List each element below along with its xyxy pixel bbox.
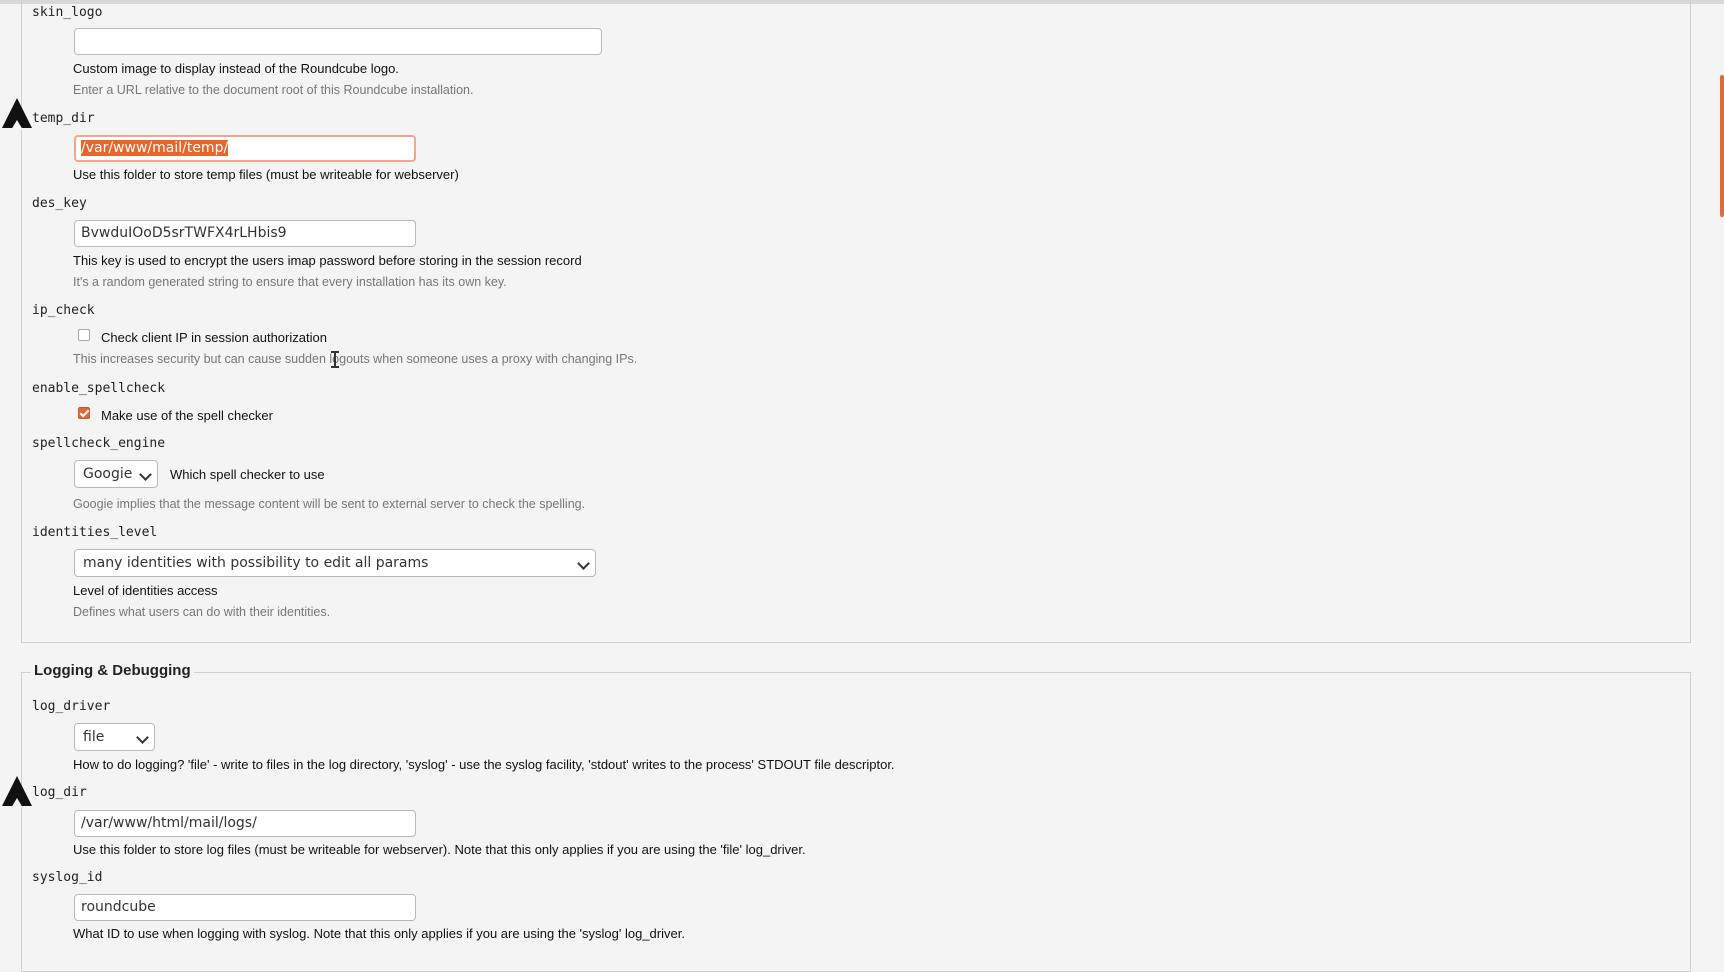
temp-dir-label: temp_dir: [32, 111, 95, 126]
skin-logo-label: skin_logo: [32, 5, 103, 20]
log-driver-description: How to do logging? 'file' - write to fil…: [73, 757, 895, 772]
log-dir-label: log_dir: [32, 785, 87, 800]
enable-spellcheck-checkbox[interactable]: [78, 407, 90, 419]
des-key-hint: It's a random generated string to ensure…: [73, 275, 507, 289]
identities-level-value: many identities with possibility to edit…: [83, 555, 429, 571]
mouse-pointer-icon: [2, 776, 32, 806]
spellcheck-engine-select[interactable]: Googie: [74, 460, 158, 488]
chevron-down-icon: [136, 731, 149, 744]
enable-spellcheck-label: enable_spellcheck: [32, 381, 166, 396]
syslog-id-description: What ID to use when logging with syslog.…: [73, 926, 685, 941]
log-driver-select[interactable]: file: [74, 723, 155, 751]
chevron-down-icon: [577, 557, 590, 570]
spellcheck-engine-value: Googie: [83, 466, 133, 482]
ip-check-label: ip_check: [32, 303, 95, 318]
temp-dir-description: Use this folder to store temp files (mus…: [73, 167, 459, 182]
chevron-down-icon: [139, 468, 152, 481]
temp-dir-selected-text: /var/www/mail/temp/: [81, 140, 229, 156]
log-dir-description: Use this folder to store log files (must…: [73, 842, 806, 857]
log-driver-value: file: [83, 729, 105, 745]
mouse-pointer-icon: [2, 98, 32, 128]
syslog-id-input[interactable]: roundcube: [74, 894, 416, 921]
skin-logo-input[interactable]: [74, 28, 602, 55]
log-driver-label: log_driver: [32, 699, 111, 714]
spellcheck-engine-hint: Googie implies that the message content …: [73, 497, 586, 511]
text-cursor-icon: [331, 351, 339, 368]
ip-check-hint: This increases security but can cause su…: [73, 352, 638, 366]
skin-logo-hint: Enter a URL relative to the document roo…: [73, 83, 474, 97]
des-key-description: This key is used to encrypt the users im…: [73, 253, 582, 268]
spellcheck-engine-description: Which spell checker to use: [170, 467, 325, 482]
logging-legend: Logging & Debugging: [31, 662, 194, 679]
temp-dir-input[interactable]: /var/www/mail/temp/: [74, 135, 416, 162]
vertical-scrollbar[interactable]: [1720, 75, 1724, 217]
identities-level-hint: Defines what users can do with their ide…: [73, 605, 331, 619]
identities-level-select[interactable]: many identities with possibility to edit…: [74, 549, 596, 577]
skin-logo-description: Custom image to display instead of the R…: [73, 61, 399, 76]
ip-check-checkbox-label[interactable]: Check client IP in session authorization: [101, 330, 327, 345]
identities-level-description: Level of identities access: [73, 583, 218, 598]
des-key-input[interactable]: BvwduIOoD5srTWFX4rLHbis9: [74, 220, 416, 247]
identities-level-label: identities_level: [32, 525, 158, 540]
des-key-label: des_key: [32, 196, 87, 211]
log-dir-input[interactable]: /var/www/html/mail/logs/: [74, 810, 416, 837]
syslog-id-label: syslog_id: [32, 870, 103, 885]
spellcheck-engine-label: spellcheck_engine: [32, 436, 166, 451]
enable-spellcheck-checkbox-label[interactable]: Make use of the spell checker: [101, 408, 273, 423]
ip-check-checkbox[interactable]: [78, 329, 90, 341]
